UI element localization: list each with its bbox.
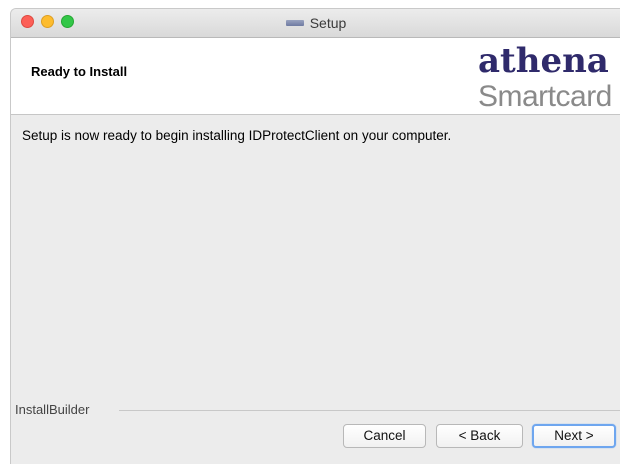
next-button[interactable]: Next > (532, 424, 616, 448)
back-button[interactable]: < Back (436, 424, 523, 448)
header-banner: Ready to Install athena Smartcard (11, 38, 620, 115)
logo-line-1: athena (478, 41, 609, 81)
window-title: Setup (309, 15, 347, 31)
footer-divider (119, 410, 620, 411)
setup-window: Setup Ready to Install athena Smartcard … (10, 8, 620, 464)
athena-smartcard-logo: athena Smartcard (474, 41, 620, 113)
cancel-button[interactable]: Cancel (343, 424, 426, 448)
ready-message: Setup is now ready to begin installing I… (22, 128, 452, 143)
logo-line-2: Smartcard (478, 80, 612, 113)
installer-app-icon (285, 20, 304, 27)
title-bar[interactable]: Setup (11, 9, 620, 38)
page-title: Ready to Install (31, 64, 128, 79)
installbuilder-label: InstallBuilder (15, 402, 90, 417)
window-title-area: Setup (11, 9, 620, 37)
